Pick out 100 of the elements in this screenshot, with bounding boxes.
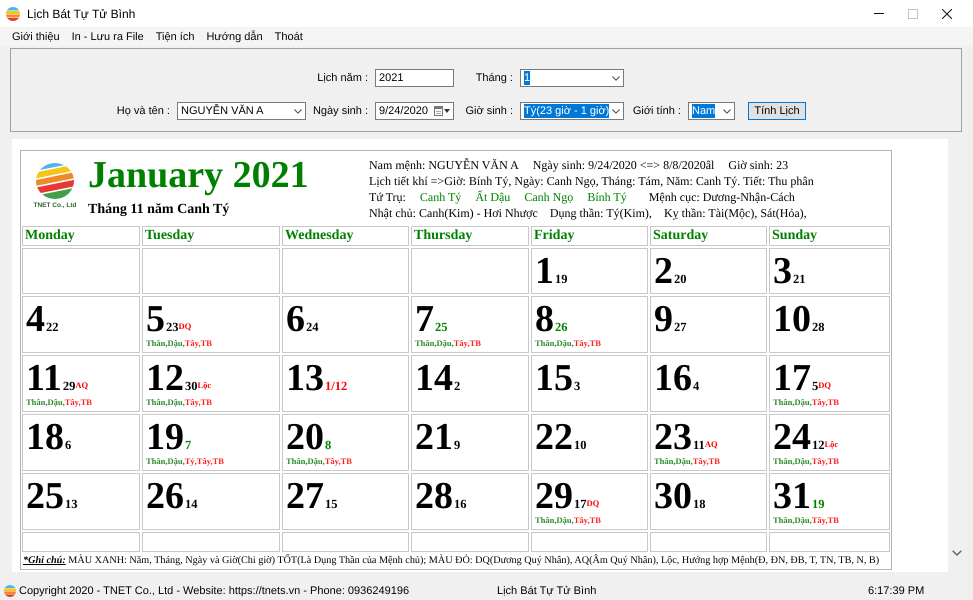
lunar-day-number: 1/12 bbox=[325, 379, 348, 393]
maximize-icon bbox=[908, 8, 918, 18]
copyright-text: Copyright 2020 - TNET Co., Ltd - Website: https://tnets.vn - Phone: 0936249196 bbox=[19, 585, 410, 597]
pillar-text: Bính Tý bbox=[587, 189, 627, 205]
app-icon bbox=[6, 6, 20, 20]
weekday-header: Monday bbox=[22, 226, 140, 246]
hour-branch-line: Thân,Dậu,Tây,TB bbox=[773, 456, 840, 467]
hour-branch-line: Thân,Dậu,Tây,TB bbox=[286, 456, 353, 467]
solar-day-number: 19 bbox=[146, 416, 184, 458]
solar-day-number: 2 bbox=[654, 250, 673, 292]
month-title: January 2021 bbox=[88, 156, 310, 194]
lunar-day-number: 10 bbox=[574, 438, 586, 452]
hour-branch-line: Thân,Dậu,Tây,TB bbox=[535, 515, 602, 526]
lunar-day-number: 11 bbox=[693, 438, 705, 452]
solar-day-number: 30 bbox=[654, 475, 692, 517]
menu-item[interactable]: Hướng dẫn bbox=[200, 28, 269, 44]
auspicious-label: DQ bbox=[178, 321, 192, 331]
weekday-header: Tuesday bbox=[142, 226, 280, 246]
pillar-text: Canh Tý bbox=[420, 189, 462, 205]
menu-item[interactable]: Giới thiệu bbox=[6, 28, 66, 44]
minimize-icon bbox=[874, 13, 884, 14]
lunar-day-number: 2 bbox=[454, 379, 460, 393]
solar-day-number: 20 bbox=[286, 416, 324, 458]
auspicious-label: AQ bbox=[75, 380, 88, 390]
destiny-pattern: Mệnh cục: Dương-Nhận-Cách bbox=[648, 189, 795, 205]
window-title: Lịch Bát Tự Tử Bình bbox=[27, 6, 136, 20]
lunar-day-number: 23 bbox=[166, 320, 178, 334]
auspicious-label: DQ bbox=[818, 380, 831, 390]
day-master: Nhật chủ: Canh(Kim) - Hơi Nhược bbox=[369, 205, 538, 221]
solar-term-info: Lịch tiết khí =>Giờ: Bính Tý, Ngày: Canh Ngọ, Tháng: Tám, Năm: Canh Tý. Tiết: Thu phân bbox=[369, 173, 814, 189]
hour-branch-line: Thân,Dậu,Tây,TB bbox=[415, 338, 482, 349]
lunar-day-number: 12 bbox=[812, 438, 824, 452]
lunar-day-number: 21 bbox=[793, 272, 806, 286]
field-label: Tháng : bbox=[476, 72, 513, 84]
solar-day-number: 8 bbox=[535, 298, 554, 340]
date-field[interactable]: 9/24/2020 bbox=[375, 102, 454, 120]
solar-day-number: 24 bbox=[773, 416, 811, 458]
dropdown-field[interactable]: 1 bbox=[520, 69, 624, 87]
caret-icon bbox=[444, 109, 450, 113]
solar-day-number: 10 bbox=[773, 298, 811, 340]
chevron-down-icon bbox=[294, 108, 302, 114]
solar-day-number: 29 bbox=[535, 475, 573, 517]
lunar-day-number: 7 bbox=[185, 438, 192, 452]
app-icon bbox=[4, 585, 16, 597]
calendar-icon bbox=[434, 106, 443, 116]
hour-branch-line: Thân,Dậu,Tây,TB bbox=[26, 397, 93, 408]
chevron-down-icon bbox=[612, 108, 620, 114]
useful-element: Dụng thần: Tý(Kim), bbox=[550, 205, 652, 221]
weekday-header: Friday bbox=[531, 226, 648, 246]
solar-day-number: 22 bbox=[535, 416, 573, 458]
note-text: MÀU XANH: Năm, Tháng, Ngày và Giờ(Chi giờ) TỐT(Là Dụng Thần của Mệnh chủ); MÀU ĐỎ: DQ(Dương Quý Nhân), AQ(Âm Quý Nhân), Lộc, Hướng hợp Mệnh(Đ, ĐN, ĐB, T, TN, TB, N, B) bbox=[68, 555, 880, 566]
menu-item[interactable]: Thoát bbox=[268, 28, 309, 44]
auspicious-label: DQ bbox=[586, 498, 600, 508]
lunar-day-number: 29 bbox=[62, 379, 76, 393]
text-field[interactable]: 2021 bbox=[375, 69, 454, 87]
birth-date: Ngày sinh: 9/24/2020 <=> 8/8/2020âl bbox=[532, 157, 714, 173]
solar-day-number: 26 bbox=[146, 475, 184, 517]
lunar-day-number: 4 bbox=[693, 379, 700, 393]
close-icon bbox=[942, 8, 952, 18]
dropdown-field[interactable]: NGUYỄN VĂN A bbox=[177, 102, 306, 120]
solar-day-number: 21 bbox=[415, 416, 453, 458]
solar-day-number: 3 bbox=[773, 250, 792, 292]
lunar-day-number: 19 bbox=[812, 497, 824, 511]
status-title: Lịch Bát Tự Tử Bình bbox=[497, 585, 598, 597]
pillar-text: Canh Ngọ bbox=[524, 189, 574, 205]
solar-day-number: 14 bbox=[415, 357, 453, 399]
striped-ball-icon bbox=[36, 163, 74, 199]
solar-day-number: 27 bbox=[286, 475, 324, 517]
solar-day-number: 1 bbox=[535, 250, 554, 292]
weekday-header: Saturday bbox=[650, 226, 767, 246]
pillars-label: Tứ Trụ: bbox=[369, 189, 406, 205]
solar-day-number: 17 bbox=[773, 357, 811, 399]
chevron-down-icon[interactable] bbox=[952, 550, 962, 556]
lunar-day-number: 8 bbox=[325, 438, 332, 452]
solar-day-number: 31 bbox=[773, 475, 811, 517]
field-label: Giới tính : bbox=[632, 105, 681, 117]
solar-day-number: 13 bbox=[286, 357, 324, 399]
lunar-day-number: 24 bbox=[306, 320, 318, 334]
weekday-header: Wednesday bbox=[282, 226, 409, 246]
chevron-down-icon bbox=[723, 108, 731, 114]
solar-day-number: 4 bbox=[26, 298, 45, 340]
menu-item[interactable]: In - Lưu ra File bbox=[66, 28, 150, 44]
hour-branch-line: Thân,Dậu,Tây,TB bbox=[535, 338, 602, 349]
solar-day-number: 6 bbox=[286, 298, 305, 340]
hour-branch-line: Thân,Dậu,Tây,TB bbox=[773, 515, 840, 526]
lunar-day-number: 19 bbox=[555, 272, 568, 286]
solar-day-number: 7 bbox=[415, 298, 434, 340]
dropdown-field[interactable]: Nam bbox=[688, 102, 735, 120]
menu-item[interactable]: Tiện ích bbox=[150, 28, 200, 44]
solar-day-number: 15 bbox=[535, 357, 573, 399]
lunar-day-number: 30 bbox=[185, 379, 198, 393]
lunar-month-title: Tháng 11 năm Canh Tý bbox=[88, 202, 230, 218]
solar-day-number: 12 bbox=[146, 357, 184, 399]
lunar-day-number: 28 bbox=[812, 320, 824, 334]
lunar-day-number: 3 bbox=[574, 379, 580, 393]
calculate-button[interactable]: Tính Lịch bbox=[748, 102, 806, 120]
lunar-day-number: 13 bbox=[65, 497, 78, 511]
solar-day-number: 23 bbox=[654, 416, 692, 458]
dropdown-field[interactable]: Tý(23 giờ - 1 giờ) bbox=[520, 102, 624, 120]
field-label: Họ và tên : bbox=[116, 105, 170, 117]
